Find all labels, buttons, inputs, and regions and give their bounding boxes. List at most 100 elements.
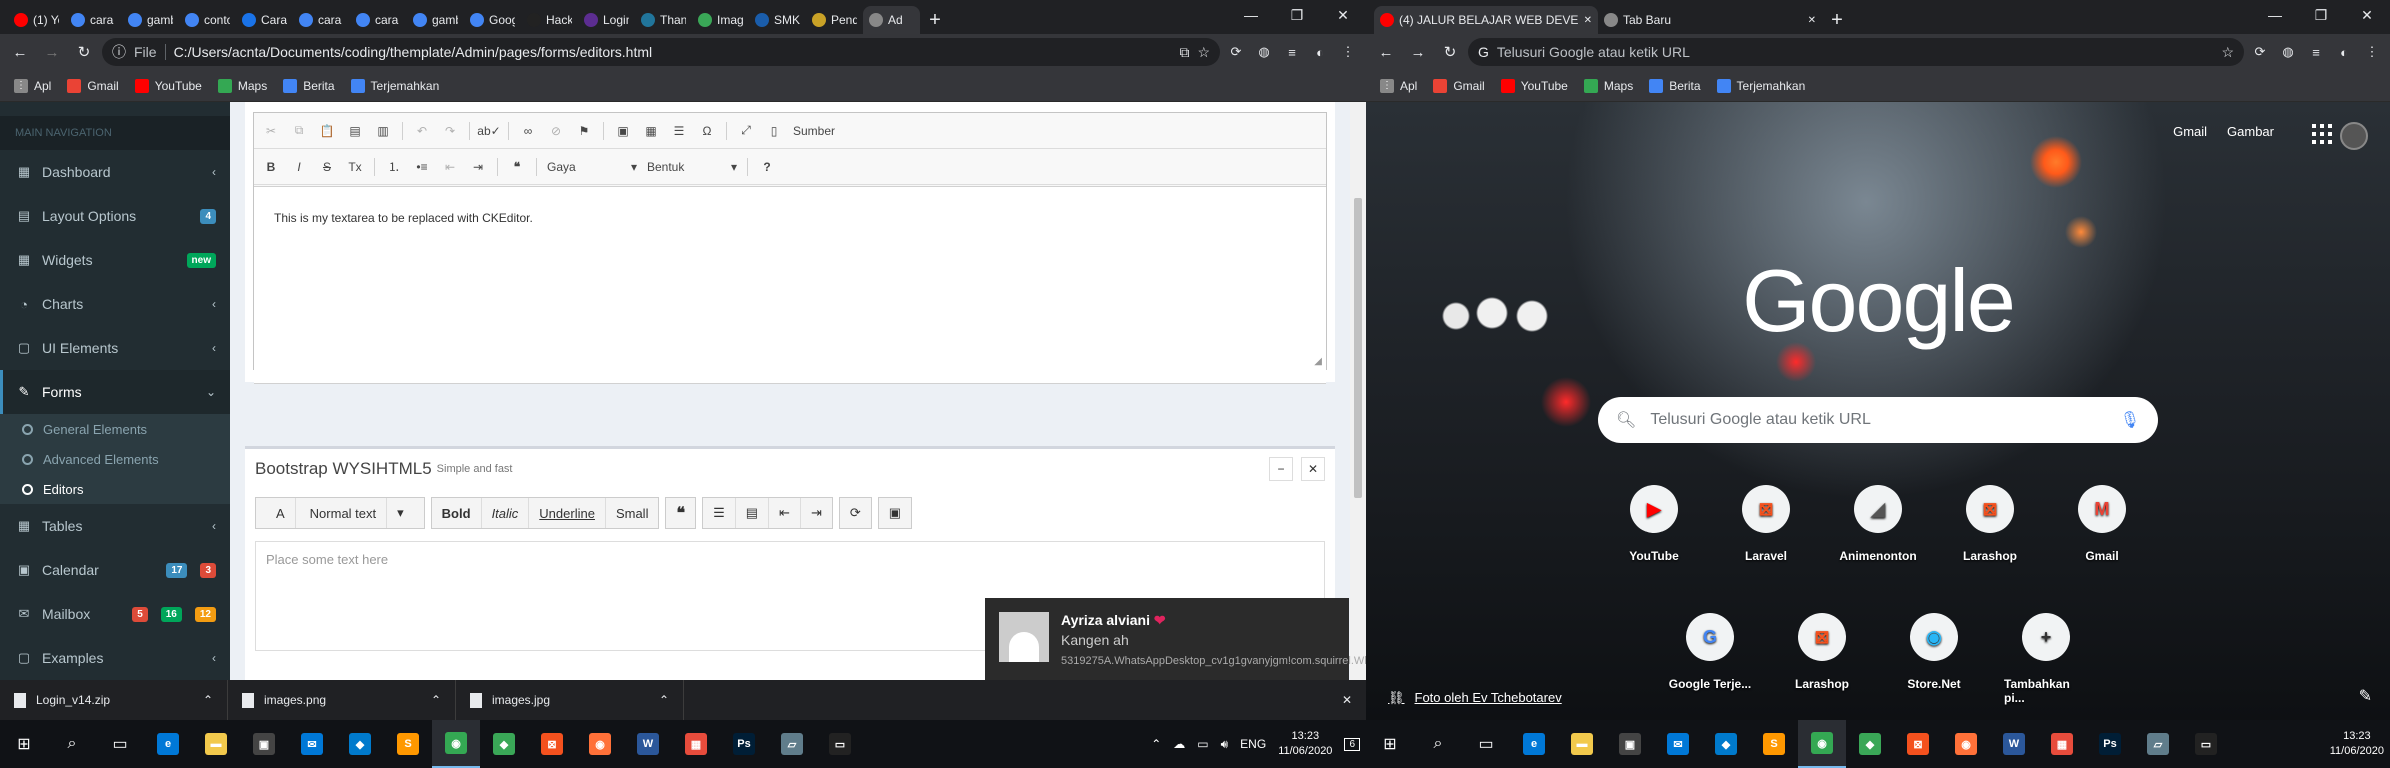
bold-icon[interactable]: B [262,158,280,176]
vscode-icon[interactable]: ◆ [336,720,384,768]
bookmark-gmail[interactable]: Gmail [67,78,119,93]
anchor-icon[interactable]: ⚑ [575,122,593,140]
italic-button[interactable]: Italic [482,498,530,528]
app-icon[interactable]: ▦ [672,720,720,768]
browser-tab[interactable]: cara r [293,6,350,34]
windows-start-icon[interactable]: ⊞ [1366,720,1414,768]
browser-tab[interactable]: Hacks [521,6,578,34]
bold-button[interactable]: Bold [432,498,482,528]
back-icon[interactable]: ← [1372,38,1400,66]
windows-start-icon[interactable]: ⊞ [0,720,48,768]
page-scrollbar[interactable] [1350,102,1366,680]
store-icon[interactable]: ▣ [240,720,288,768]
indent-icon[interactable]: ⇥ [801,498,832,528]
minimize-icon[interactable]: — [1228,0,1274,30]
translate-icon[interactable]: ⧉ [1179,44,1189,61]
microphone-icon[interactable]: 🎙︎ [2120,410,2140,430]
cut-icon[interactable]: ✂ [262,122,280,140]
git-icon[interactable]: ◆ [1846,720,1894,768]
extension-icon[interactable]: ◍ [1252,40,1276,64]
paste-word-icon[interactable]: ▥ [374,122,392,140]
browser-tab[interactable]: Pend [806,6,863,34]
browser-tab[interactable]: Goog [464,6,521,34]
browser-tab[interactable]: gamb [122,6,179,34]
unlink-icon[interactable]: ⊘ [547,122,565,140]
underline-button[interactable]: Underline [529,498,606,528]
sidebar-item-layout-options[interactable]: ▤ Layout Options 4 [0,194,230,238]
copy-icon[interactable]: ⧉ [290,122,308,140]
sidebar-item-examples[interactable]: ▢ Examples ‹ [0,636,230,680]
ckeditor-content-area[interactable]: This is my textarea to be replaced with … [254,186,1326,384]
info-icon[interactable]: ⓘ [112,42,126,62]
blockquote-icon[interactable]: ❝ [508,158,526,176]
strike-icon[interactable]: S [318,158,336,176]
sidebar-item-widgets[interactable]: ▦ Widgets new [0,238,230,282]
bookmark-apl[interactable]: ⋮ Apl [1380,78,1417,93]
browser-tab[interactable]: cara r [350,6,407,34]
star-icon[interactable]: ☆ [2221,44,2234,61]
bookmark-youtube[interactable]: YouTube [134,78,202,93]
bookmark-apl[interactable]: ⋮ Apl [14,78,51,93]
chevron-up-icon[interactable]: ⌃ [1151,737,1161,751]
sidebar-item-forms[interactable]: ✎ Forms ⌄ [0,370,230,414]
shortcut-tile[interactable]: ◢ Animenonton [1836,485,1920,563]
bookmark-terjemahkan[interactable]: Terjemahkan [1716,78,1805,93]
sidebar-item-dashboard[interactable]: ▦ Dashboard ‹ [0,150,230,194]
google-search-box[interactable]: 🔍︎ Telusuri Google atau ketik URL 🎙︎ [1598,397,2158,443]
indent-icon[interactable]: ⇥ [469,158,487,176]
menu-icon[interactable]: ⋮ [2360,40,2384,64]
account-avatar[interactable] [2340,122,2368,150]
menu-icon[interactable]: ⋮ [1336,40,1360,64]
search-icon[interactable]: ⌕ [1414,720,1462,768]
remove-format-icon[interactable]: Tx [346,158,364,176]
source-button[interactable]: Sumber [793,124,835,138]
app-icon[interactable]: ▱ [2134,720,2182,768]
sublime-icon[interactable]: S [1750,720,1798,768]
numbered-list-icon[interactable]: ▤ [736,498,770,528]
reload-icon[interactable]: ↻ [70,38,98,66]
help-icon[interactable]: ? [758,158,776,176]
style-combo[interactable]: Gaya ▾ [547,160,637,174]
submenu-item[interactable]: Advanced Elements [0,444,230,474]
chevron-up-icon[interactable]: ⌃ [431,693,441,707]
bookmark-youtube[interactable]: YouTube [1500,78,1568,93]
shortcut-tile[interactable]: ⊠ Larashop [1780,613,1864,705]
shortcut-tile[interactable]: ◉ Store.Net [1892,613,1976,705]
sidebar-item-tables[interactable]: ▦ Tables ‹ [0,504,230,548]
media-icon[interactable]: ≡ [2304,40,2328,64]
download-item[interactable]: images.jpg ⌃ [456,680,684,720]
profile-avatar[interactable]: ◐ [1308,40,1332,64]
sidebar-item-calendar[interactable]: ▣ Calendar 17 3 [0,548,230,592]
shortcut-tile[interactable]: ⊠ Laravel [1724,485,1808,563]
app-icon[interactable]: ▱ [768,720,816,768]
scrollbar-thumb[interactable] [1354,198,1362,498]
cloud-icon[interactable]: ☁ [1173,737,1185,751]
omnibox-placeholder[interactable]: Telusuri Google atau ketik URL [1497,44,1690,60]
link-icon[interactable]: ⟳ [840,498,871,528]
back-icon[interactable]: ← [6,38,34,66]
source-icon[interactable]: ▯ [765,122,783,140]
new-tab-button[interactable]: + [1822,6,1852,34]
extension-icon[interactable]: ⟳ [2248,40,2272,64]
chrome-icon[interactable]: ◉ [432,720,480,768]
blockquote-icon[interactable]: ❝ [666,498,695,528]
vscode-icon[interactable]: ◆ [1702,720,1750,768]
bulleted-list-icon[interactable]: ☰ [703,498,736,528]
paste-icon[interactable]: 📋 [318,122,336,140]
format-combo[interactable]: Bentuk ▾ [647,160,737,174]
close-icon[interactable]: ✕ [2344,0,2390,30]
bookmark-berita[interactable]: Berita [1649,78,1701,93]
font-style-dropdown[interactable]: A Normal text ▾ [256,498,424,528]
browser-tab[interactable]: SMK [749,6,806,34]
bookmark-terjemahkan[interactable]: Terjemahkan [350,78,439,93]
media-icon[interactable]: ≡ [1280,40,1304,64]
outdent-icon[interactable]: ⇤ [769,498,801,528]
horizontal-rule-icon[interactable]: ☰ [670,122,688,140]
sublime-icon[interactable]: S [384,720,432,768]
volume-icon[interactable]: 🔊︎ [1221,737,1229,752]
photoshop-icon[interactable]: Ps [720,720,768,768]
forward-icon[interactable]: → [1404,38,1432,66]
file-explorer-icon[interactable]: ▬ [192,720,240,768]
undo-icon[interactable]: ↶ [413,122,431,140]
word-icon[interactable]: W [1990,720,2038,768]
